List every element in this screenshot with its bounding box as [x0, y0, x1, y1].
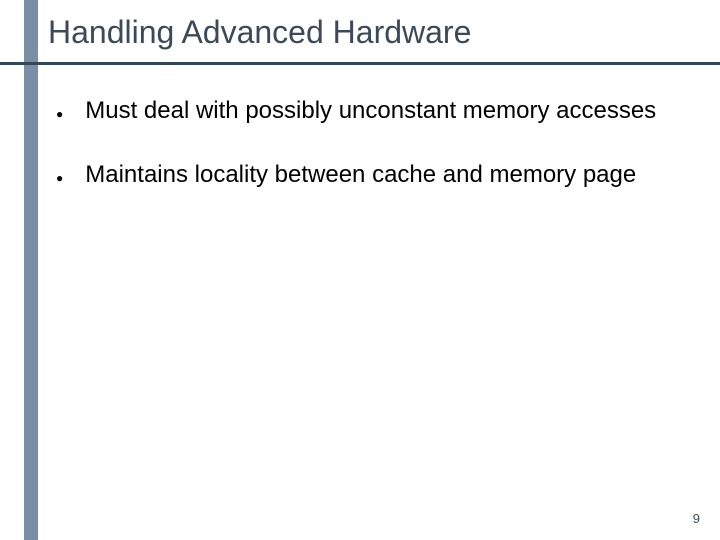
bullet-text: Must deal with possibly unconstant memor… — [85, 96, 656, 126]
bullet-icon: ● — [56, 164, 63, 192]
list-item: ● Must deal with possibly unconstant mem… — [56, 96, 676, 128]
slide: Handling Advanced Hardware ● Must deal w… — [0, 0, 720, 540]
content-area: ● Must deal with possibly unconstant mem… — [56, 96, 676, 224]
slide-title: Handling Advanced Hardware — [48, 14, 471, 51]
bullet-text: Maintains locality between cache and mem… — [85, 160, 636, 190]
title-underline — [0, 62, 720, 65]
bullet-icon: ● — [56, 100, 63, 128]
page-number: 9 — [693, 511, 700, 526]
accent-bar — [24, 0, 38, 540]
list-item: ● Maintains locality between cache and m… — [56, 160, 676, 192]
